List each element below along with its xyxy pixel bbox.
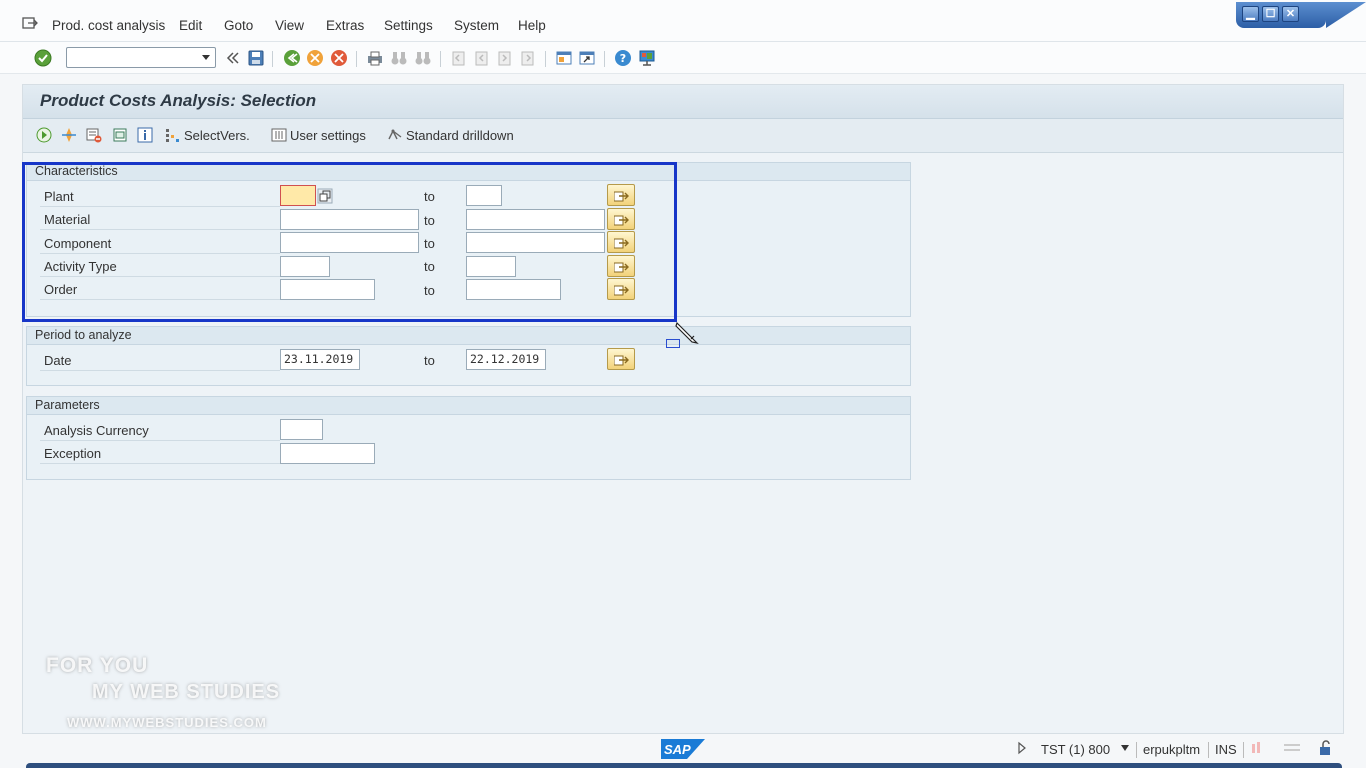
menu-system[interactable]: System — [454, 18, 499, 33]
sap-logo: SAP — [661, 739, 705, 759]
status-indicator-icon — [1252, 742, 1260, 753]
arrow-right-icon — [614, 355, 629, 366]
pencil-cursor-icon — [675, 321, 699, 344]
cancel-icon[interactable] — [330, 49, 348, 67]
exception-input[interactable] — [280, 443, 375, 464]
chevron-down-icon[interactable] — [1120, 744, 1130, 752]
select-versions-icon[interactable] — [165, 127, 181, 143]
menu-extras[interactable]: Extras — [326, 18, 364, 33]
find-next-icon — [415, 52, 431, 65]
analysis-currency-label: Analysis Currency — [44, 423, 149, 438]
menu-help[interactable]: Help — [518, 18, 546, 33]
status-expand-icon[interactable] — [1017, 741, 1027, 755]
svg-text:SAP: SAP — [664, 742, 691, 757]
minimize-button[interactable]: ▁ — [1242, 6, 1259, 22]
save-icon[interactable] — [247, 49, 265, 67]
user-settings-icon[interactable] — [271, 127, 287, 143]
insert-mode[interactable]: INS — [1215, 742, 1237, 757]
user-settings-button[interactable]: User settings — [290, 128, 366, 143]
parameters-group: Parameters — [26, 396, 911, 480]
watermark-line3: WWW.MYWEBSTUDIES.COM — [67, 715, 267, 730]
menu-bar: Prod. cost analysis Edit Goto View Extra… — [0, 0, 1366, 42]
enter-checkmark-icon[interactable] — [34, 49, 52, 67]
close-button[interactable]: ✕ — [1282, 6, 1299, 22]
last-page-icon — [521, 51, 534, 66]
server-name: erpukpltm — [1143, 742, 1201, 757]
exception-label: Exception — [44, 446, 102, 461]
print-icon[interactable] — [366, 49, 384, 67]
date-to-input[interactable]: 22.12.2019 — [466, 349, 546, 370]
standard-drilldown-icon[interactable] — [387, 127, 403, 143]
first-page-icon — [452, 51, 465, 66]
select-versions-button[interactable]: SelectVers. — [184, 128, 250, 143]
date-to-label: to — [424, 353, 435, 368]
dynamic-selections-icon[interactable] — [112, 127, 128, 143]
date-label: Date — [44, 353, 72, 368]
taskbar-edge — [26, 763, 1342, 768]
application-toolbar: SelectVers. User settings Standard drill… — [23, 119, 1343, 153]
date-multiple-selection-button[interactable] — [607, 348, 635, 370]
menu-view[interactable]: View — [275, 18, 304, 33]
analysis-currency-input[interactable] — [280, 419, 323, 440]
screen-title-bar: Product Costs Analysis: Selection — [23, 85, 1343, 119]
date-from-input[interactable]: 23.11.2019 — [280, 349, 360, 370]
sap-gui-window: Prod. cost analysis Edit Goto View Extra… — [0, 0, 1366, 768]
window-controls: ▁ ☐ ✕ — [1236, 2, 1326, 28]
previous-page-icon — [475, 51, 488, 66]
chevron-down-icon[interactable] — [202, 55, 210, 60]
new-session-icon[interactable] — [555, 49, 573, 67]
highlight-box — [22, 162, 677, 322]
system-info[interactable]: TST (1) 800 — [1041, 742, 1110, 757]
back-icon[interactable] — [283, 49, 301, 67]
create-shortcut-icon[interactable] — [578, 49, 596, 67]
parameters-group-title: Parameters — [27, 397, 910, 415]
get-variant-icon[interactable] — [61, 127, 77, 143]
command-field[interactable] — [66, 47, 216, 68]
help-icon[interactable]: ? — [614, 49, 632, 67]
delete-variant-icon[interactable] — [86, 127, 102, 143]
customize-layout-icon[interactable] — [638, 49, 656, 67]
standard-drilldown-button[interactable]: Standard drilldown — [406, 128, 514, 143]
find-icon — [391, 52, 407, 65]
execute-icon[interactable] — [36, 127, 52, 143]
menu-prod-cost-analysis[interactable]: Prod. cost analysis — [52, 18, 165, 33]
watermark-line1: FOR YOU — [46, 654, 149, 677]
watermark-line2: MY WEB STUDIES — [92, 681, 281, 703]
page-title: Product Costs Analysis: Selection — [40, 91, 317, 110]
menu-goto[interactable]: Goto — [224, 18, 253, 33]
maximize-button[interactable]: ☐ — [1262, 6, 1279, 22]
info-icon[interactable] — [137, 127, 153, 143]
period-group-title: Period to analyze — [27, 327, 910, 345]
window-controls-tail — [1326, 2, 1366, 28]
performance-icon — [1284, 744, 1300, 751]
next-page-icon — [498, 51, 511, 66]
svg-text:?: ? — [620, 52, 626, 65]
exit-icon[interactable] — [306, 49, 324, 67]
menu-edit[interactable]: Edit — [179, 18, 202, 33]
menu-exit-icon[interactable] — [22, 16, 38, 30]
hide-command-field-icon[interactable] — [224, 49, 240, 67]
menu-settings[interactable]: Settings — [384, 18, 433, 33]
lock-icon[interactable] — [1318, 740, 1336, 756]
